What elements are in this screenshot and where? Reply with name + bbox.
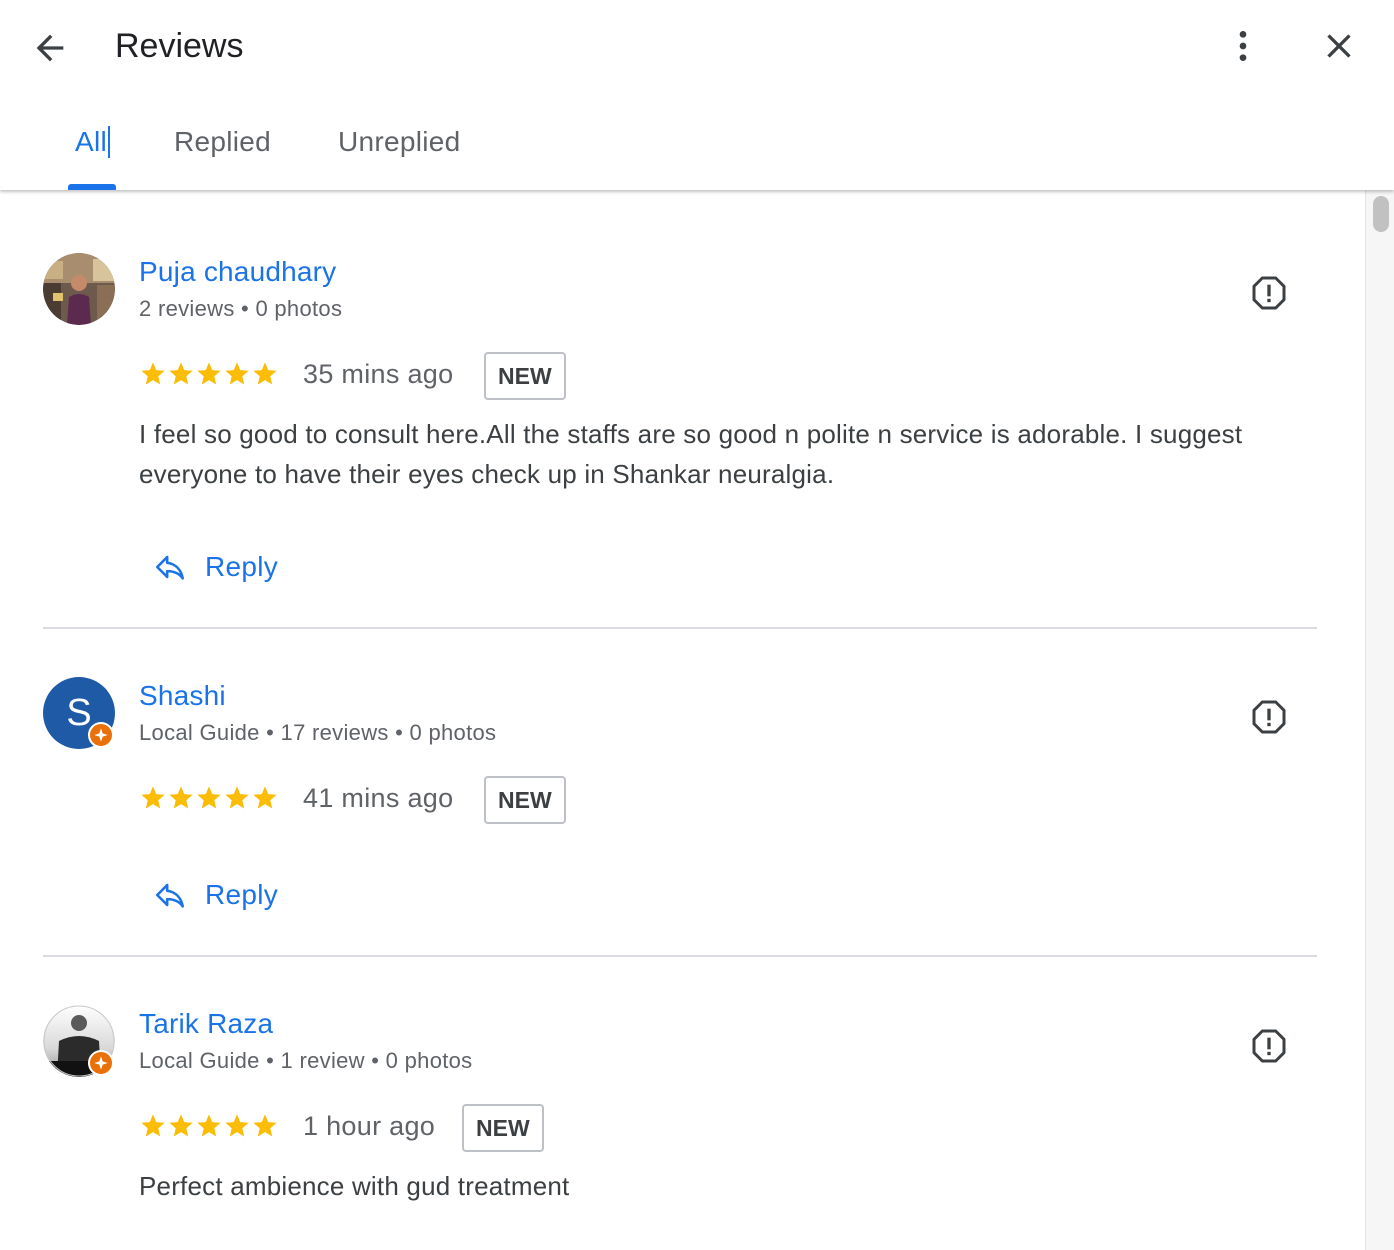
report-icon — [1252, 1029, 1286, 1063]
reply-icon — [150, 875, 190, 915]
star-icon — [225, 362, 249, 385]
star-icon — [169, 786, 193, 809]
reviewer-meta: Local Guide • 1 review • 0 photos — [139, 1048, 473, 1073]
back-button[interactable] — [24, 22, 76, 74]
local-guide-star-icon — [94, 728, 108, 742]
report-review-button[interactable] — [1248, 1025, 1290, 1067]
star-icon — [141, 362, 165, 385]
new-badge: NEW — [484, 352, 566, 400]
review-text: I feel so good to consult here.All the s… — [139, 419, 1243, 489]
close-button[interactable] — [1313, 20, 1365, 72]
close-icon — [1327, 34, 1351, 58]
reviews-list[interactable]: Puja chaudhary 2 reviews • 0 photos 35 m… — [0, 190, 1394, 1250]
star-rating — [139, 778, 279, 818]
tab-replied[interactable]: Replied — [174, 122, 271, 162]
local-guide-star-icon — [94, 1056, 108, 1070]
new-badge: NEW — [462, 1104, 544, 1152]
report-icon — [1252, 276, 1286, 310]
star-icon — [141, 786, 165, 809]
star-rating — [139, 354, 279, 394]
report-review-button[interactable] — [1248, 696, 1290, 738]
reviewer-name[interactable]: Shashi — [139, 678, 226, 714]
star-icon — [253, 786, 277, 809]
active-tab-indicator — [68, 184, 116, 190]
arrow-back-icon — [36, 34, 64, 62]
reviewer-meta: Local Guide • 17 reviews • 0 photos — [139, 720, 497, 745]
reply-button[interactable]: Reply — [150, 542, 278, 592]
star-icon — [141, 1114, 165, 1137]
new-badge: NEW — [484, 776, 566, 824]
reviewer-name[interactable]: Puja chaudhary — [139, 254, 336, 290]
report-icon — [1252, 700, 1286, 734]
star-icon — [253, 362, 277, 385]
reply-label: Reply — [205, 879, 279, 910]
review-text: Perfect ambience with gud treatment — [139, 1171, 570, 1201]
star-icon — [197, 362, 221, 385]
more-options-button[interactable] — [1218, 20, 1268, 72]
star-icon — [225, 786, 249, 809]
local-guide-badge — [88, 722, 114, 748]
avatar[interactable]: S — [43, 677, 115, 749]
review-time: 41 mins ago — [303, 783, 454, 813]
star-icon — [197, 786, 221, 809]
divider — [43, 627, 1317, 629]
scrollbar-track[interactable] — [1365, 190, 1394, 1250]
avatar[interactable] — [43, 1005, 115, 1077]
star-icon — [197, 1114, 221, 1137]
review-time: 1 hour ago — [303, 1111, 436, 1141]
reviews-header: Reviews All Replied Unreplied — [0, 0, 1394, 190]
star-icon — [169, 362, 193, 385]
star-icon — [253, 1114, 277, 1137]
report-review-button[interactable] — [1248, 272, 1290, 314]
reviewer-name[interactable]: Tarik Raza — [139, 1006, 273, 1042]
tab-all-label: All — [75, 126, 108, 157]
tab-all[interactable]: All — [75, 122, 111, 162]
reviewer-meta: 2 reviews • 0 photos — [139, 296, 343, 321]
local-guide-badge — [88, 1050, 114, 1076]
reviewer-photo — [43, 253, 115, 325]
reply-icon — [150, 547, 190, 587]
avatar[interactable] — [43, 253, 115, 325]
reply-button[interactable]: Reply — [150, 870, 278, 920]
star-icon — [169, 1114, 193, 1137]
review-filter-tabs: All Replied Unreplied — [0, 100, 700, 190]
star-icon — [225, 1114, 249, 1137]
text-cursor — [108, 125, 111, 158]
reviews-panel: Reviews All Replied Unreplied Puja chaud… — [0, 0, 1394, 1250]
page-title: Reviews — [115, 27, 244, 65]
divider — [43, 955, 1317, 957]
star-rating — [139, 1106, 279, 1146]
scrollbar-thumb[interactable] — [1373, 196, 1389, 232]
tab-unreplied[interactable]: Unreplied — [338, 122, 461, 162]
reply-label: Reply — [205, 551, 279, 582]
review-time: 35 mins ago — [303, 359, 454, 389]
more-vert-icon — [1239, 31, 1247, 61]
